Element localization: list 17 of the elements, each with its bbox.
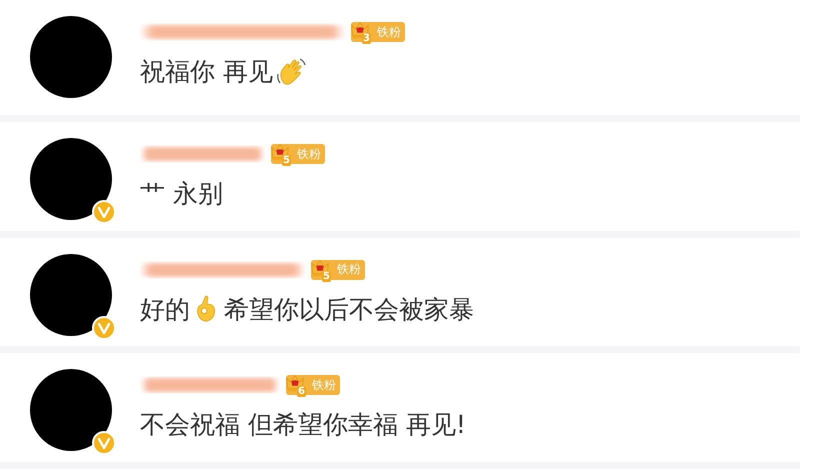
fan-label: 铁粉 [297,146,321,162]
comment-text: 好的 [140,294,190,326]
comment-text: 不会祝福 但希望你幸福 再见! [140,409,466,441]
verified-badge-icon [92,316,116,340]
fan-level: 3 [362,33,371,44]
comment-text: 希望你以后不会被家暴 [224,294,474,326]
fan-label: 铁粉 [377,24,401,40]
verified-badge-icon [92,200,116,224]
comment-text: 艹 永别 [140,178,223,210]
verified-badge-icon [92,431,116,455]
fan-level: 6 [297,386,306,397]
waving-hand-icon [274,56,307,88]
fan-level: 5 [322,270,331,282]
fan-level: 5 [282,155,291,166]
fan-label: 铁粉 [337,261,361,278]
comment-text: 祝福你 再见 [140,56,273,88]
fan-label: 铁粉 [312,376,336,394]
